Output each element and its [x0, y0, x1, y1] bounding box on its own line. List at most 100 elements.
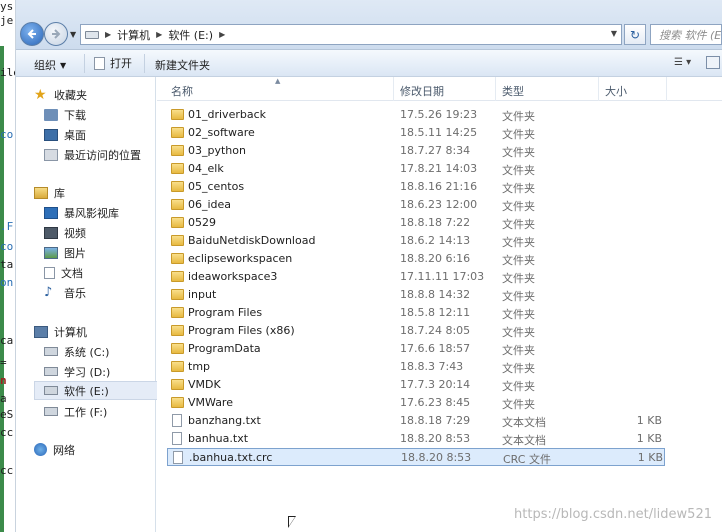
- nav-item-label: 桌面: [64, 128, 86, 142]
- address-dropdown-icon[interactable]: ▼: [611, 29, 617, 38]
- file-date: 17.5.26 19:23: [400, 108, 478, 121]
- video-library-icon: [44, 206, 58, 219]
- file-date: 17.11.11 17:03: [400, 270, 485, 283]
- search-input[interactable]: 搜索 软件 (E:): [650, 24, 722, 45]
- file-row[interactable]: 02_software 18.5.11 14:25 文件夹: [167, 124, 667, 142]
- breadcrumb-computer[interactable]: 计算机: [117, 27, 150, 43]
- organize-label: 组织: [34, 59, 56, 72]
- column-header-size[interactable]: 大小: [605, 83, 627, 99]
- column-divider[interactable]: [495, 77, 496, 101]
- new-folder-button[interactable]: 新建文件夹: [155, 57, 210, 73]
- file-name: VMWare: [188, 396, 233, 409]
- file-type: 文件夹: [502, 164, 535, 177]
- address-input[interactable]: ▶ 计算机 ▶ 软件 (E:) ▶ ▼: [80, 24, 622, 45]
- documents-icon: [44, 266, 55, 279]
- folder-icon: [171, 397, 184, 408]
- breadcrumb-drive[interactable]: 软件 (E:): [168, 27, 213, 43]
- folder-icon: [171, 325, 184, 336]
- file-row[interactable]: input 18.8.8 14:32 文件夹: [167, 286, 667, 304]
- file-name: ideaworkspace3: [188, 270, 278, 283]
- file-row[interactable]: banzhang.txt 18.8.18 7:29 文本文档 1 KB: [167, 412, 667, 430]
- file-row[interactable]: ideaworkspace3 17.11.11 17:03 文件夹: [167, 268, 667, 286]
- bg-fragment: ile: [0, 66, 15, 79]
- file-name: eclipseworkspacen: [188, 252, 293, 265]
- file-name: banhua.txt: [188, 432, 249, 445]
- bg-fragment: ca: [0, 334, 14, 347]
- file-size: 1 KB: [636, 414, 662, 427]
- file-row[interactable]: ProgramData 17.6.6 18:57 文件夹: [167, 340, 667, 358]
- file-row[interactable]: 01_driverback 17.5.26 19:23 文件夹: [167, 106, 667, 124]
- file-date: 18.8.20 8:53: [401, 451, 472, 464]
- file-row[interactable]: .banhua.txt.crc 18.8.20 8:53 CRC 文件 1 KB: [167, 448, 665, 466]
- breadcrumb-separator-icon[interactable]: ▶: [156, 30, 162, 39]
- folder-icon: [171, 271, 184, 282]
- preview-pane-button[interactable]: [706, 56, 720, 69]
- nav-libraries-label: 库: [54, 186, 65, 200]
- file-row[interactable]: Program Files 18.5.8 12:11 文件夹: [167, 304, 667, 322]
- file-row[interactable]: VMDK 17.7.3 20:14 文件夹: [167, 376, 667, 394]
- open-button[interactable]: 打开: [94, 55, 132, 71]
- refresh-button[interactable]: ↻: [624, 24, 646, 45]
- forward-button[interactable]: [44, 22, 68, 46]
- file-name: VMDK: [188, 378, 221, 391]
- music-note-icon: ♪: [44, 284, 53, 300]
- file-row[interactable]: Program Files (x86) 18.7.24 8:05 文件夹: [167, 322, 667, 340]
- file-type: 文件夹: [502, 272, 535, 285]
- file-row[interactable]: 0529 18.8.18 7:22 文件夹: [167, 214, 667, 232]
- file-type: 文件夹: [502, 182, 535, 195]
- file-row[interactable]: BaiduNetdiskDownload 18.6.2 14:13 文件夹: [167, 232, 667, 250]
- recent-pages-dropdown[interactable]: ▼: [70, 30, 76, 39]
- breadcrumb-separator-icon[interactable]: ▶: [105, 30, 111, 39]
- library-icon: [34, 186, 48, 199]
- column-divider[interactable]: [666, 77, 667, 101]
- network-icon: [34, 443, 47, 456]
- column-header-name[interactable]: 名称: [171, 83, 193, 99]
- file-row[interactable]: 04_elk 17.8.21 14:03 文件夹: [167, 160, 667, 178]
- column-divider[interactable]: [598, 77, 599, 101]
- column-header-date[interactable]: 修改日期: [400, 83, 444, 99]
- file-row[interactable]: 03_python 18.7.27 8:34 文件夹: [167, 142, 667, 160]
- file-row[interactable]: VMWare 17.6.23 8:45 文件夹: [167, 394, 667, 412]
- nav-item-label: 工作 (F:): [64, 405, 108, 419]
- chevron-down-icon: ▼: [60, 60, 67, 70]
- file-date: 18.5.8 12:11: [400, 306, 471, 319]
- arrow-right-icon: [52, 29, 61, 39]
- file-name: .banhua.txt.crc: [189, 451, 273, 464]
- background-window: ys je ile co .F co ta on ca = n a eS cc …: [0, 0, 16, 532]
- nav-favorites[interactable]: ★ 收藏夹: [34, 85, 172, 104]
- file-date: 18.8.20 6:16: [400, 252, 471, 265]
- sort-ascending-icon: ▲: [275, 77, 281, 85]
- file-type: 文件夹: [502, 128, 535, 141]
- change-view-button[interactable]: ☰ ▾: [674, 57, 691, 68]
- file-row[interactable]: eclipseworkspacen 18.8.20 6:16 文件夹: [167, 250, 667, 268]
- file-date: 18.5.11 14:25: [400, 126, 478, 139]
- nav-network[interactable]: 网络: [34, 440, 172, 459]
- file-name: Program Files (x86): [188, 324, 295, 337]
- file-date: 17.6.6 18:57: [400, 342, 471, 355]
- column-divider[interactable]: [393, 77, 394, 101]
- nav-libraries[interactable]: 库: [34, 183, 172, 202]
- breadcrumb-separator-icon[interactable]: ▶: [219, 30, 225, 39]
- drive-icon: [44, 367, 58, 376]
- file-row[interactable]: banhua.txt 18.8.20 8:53 文本文档 1 KB: [167, 430, 667, 448]
- text-file-icon: [172, 432, 182, 445]
- file-name: Program Files: [188, 306, 263, 319]
- column-header-type[interactable]: 类型: [502, 83, 524, 99]
- file-type: 文件夹: [502, 200, 535, 213]
- organize-button[interactable]: 组织 ▼: [34, 57, 66, 73]
- file-type: 文件夹: [502, 308, 535, 321]
- file-name: 05_centos: [188, 180, 245, 193]
- file-row[interactable]: tmp 18.8.3 7:43 文件夹: [167, 358, 667, 376]
- folder-icon: [171, 307, 184, 318]
- back-button[interactable]: [20, 22, 44, 46]
- nav-computer[interactable]: 计算机: [34, 322, 172, 341]
- nav-item-drive-e[interactable]: 软件 (E:): [34, 381, 172, 400]
- arrow-left-icon: [27, 29, 36, 39]
- file-date: 18.7.27 8:34: [400, 144, 471, 157]
- bg-fragment: cc: [0, 464, 14, 477]
- file-row[interactable]: 05_centos 18.8.16 21:16 文件夹: [167, 178, 667, 196]
- file-size: 1 KB: [636, 432, 662, 445]
- address-bar-area: ▼ ▶ 计算机 ▶ 软件 (E:) ▶ ▼ ↻ 搜索 软件 (E:): [16, 0, 722, 50]
- file-date: 18.6.23 12:00: [400, 198, 478, 211]
- file-row[interactable]: 06_idea 18.6.23 12:00 文件夹: [167, 196, 667, 214]
